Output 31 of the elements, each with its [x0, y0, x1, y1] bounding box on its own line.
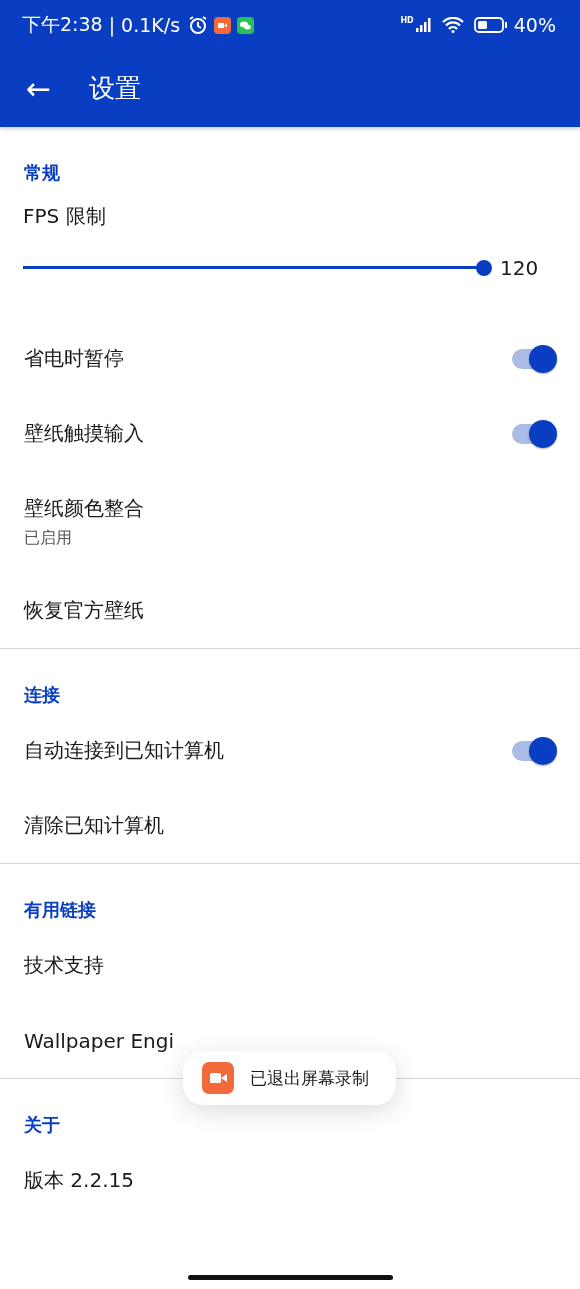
section-header: 常规: [23, 161, 61, 185]
back-button[interactable]: ←: [12, 71, 66, 106]
chat-icon: [237, 16, 255, 34]
setting-summary: 已启用: [24, 528, 72, 549]
setting-item[interactable]: 技术支持: [24, 952, 104, 979]
setting-item[interactable]: 自动连接到已知计算机: [0, 713, 580, 788]
battery-percent: 40%: [513, 14, 556, 36]
setting-item[interactable]: 省电时暂停: [0, 321, 580, 396]
status-time: 下午2:38: [22, 12, 103, 37]
wifi-icon: [441, 17, 464, 33]
setting-item[interactable]: 壁纸触摸输入: [0, 396, 580, 471]
page-title: 设置: [89, 72, 142, 105]
recorder-icon: [202, 1062, 234, 1094]
slider-thumb[interactable]: [476, 260, 492, 276]
setting-item[interactable]: Wallpaper Engi: [24, 1028, 174, 1053]
section-header: 关于: [23, 1113, 61, 1137]
battery-icon: [473, 17, 508, 33]
setting-item[interactable]: 恢复官方壁纸: [24, 597, 144, 624]
setting-item[interactable]: 版本 2.2.15: [24, 1167, 134, 1194]
toast-message: 已退出屏幕录制: [250, 1066, 369, 1090]
alarm-icon: [188, 15, 209, 35]
section-header: 连接: [23, 683, 61, 707]
recorder-icon: [214, 16, 232, 34]
section-header: 有用链接: [23, 898, 97, 922]
signal-icon: [415, 18, 432, 32]
setting-item[interactable]: 壁纸颜色整合: [24, 495, 144, 522]
slider-value: 120: [500, 256, 539, 280]
setting-label: FPS 限制: [23, 204, 106, 228]
setting-item[interactable]: 清除已知计算机: [24, 812, 164, 839]
network-speed: | 0.1K/s: [108, 14, 181, 36]
hd-label: HD: [400, 15, 414, 25]
